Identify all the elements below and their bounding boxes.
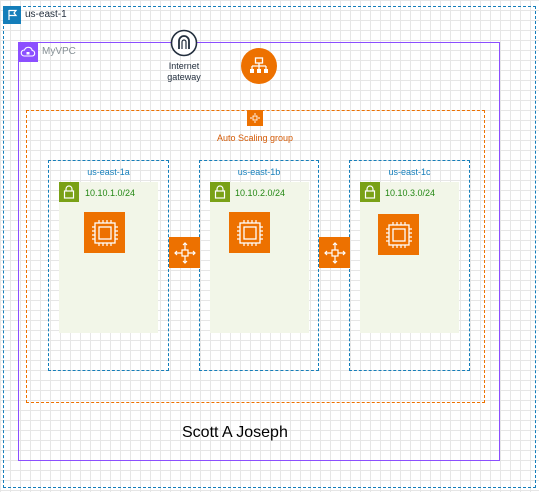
author-name: Scott A Joseph (182, 424, 288, 441)
application-load-balancer-icon[interactable] (241, 48, 277, 84)
ec2-instance-1-icon[interactable] (84, 212, 125, 253)
auto-scaling-icon (247, 110, 263, 126)
subnet-2-lock-icon (210, 182, 230, 202)
network-interface-1-icon[interactable] (169, 237, 200, 268)
internet-gateway-label-line1: Internet (168, 61, 200, 71)
subnet-2 (210, 182, 309, 333)
vpc-label: MyVPC (42, 46, 76, 57)
subnet-1-cidr: 10.10.1.0/24 (85, 188, 136, 198)
internet-gateway-icon[interactable] (170, 29, 198, 57)
internet-gateway-label-line2: gateway (167, 72, 201, 82)
network-interface-2-icon[interactable] (319, 237, 350, 268)
flag-icon (3, 6, 21, 24)
subnet-1-lock-icon (59, 182, 79, 202)
subnet-1 (59, 182, 158, 333)
subnet-3 (360, 182, 459, 333)
availability-zone-3-label: us-east-1c (388, 167, 431, 177)
internet-gateway-label: Internet gateway (154, 61, 214, 83)
subnet-3-lock-icon (360, 182, 380, 202)
ec2-instance-2-icon[interactable] (229, 212, 270, 253)
subnet-2-cidr: 10.10.2.0/24 (235, 188, 286, 198)
availability-zone-2-label: us-east-1b (237, 167, 281, 177)
ec2-instance-3-icon[interactable] (378, 214, 419, 255)
subnet-3-cidr: 10.10.3.0/24 (385, 188, 436, 198)
availability-zone-1-label: us-east-1a (87, 167, 130, 177)
auto-scaling-group-label: Auto Scaling group (216, 133, 294, 143)
region-label: us-east-1 (25, 9, 67, 20)
cloud-lock-icon (18, 42, 38, 62)
